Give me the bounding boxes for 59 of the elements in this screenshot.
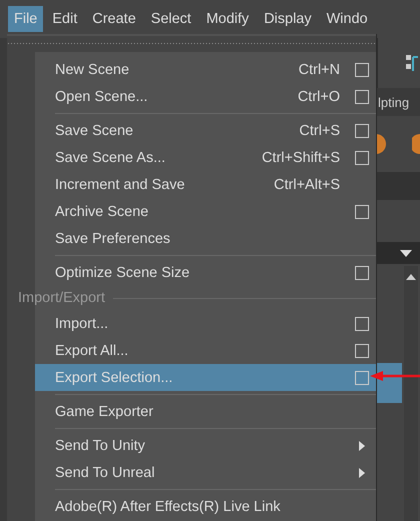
menu-bar-item[interactable]: Windo bbox=[320, 6, 374, 32]
menu-item-label: Optimize Scene Size bbox=[55, 264, 191, 280]
menu-bar-item[interactable]: File bbox=[8, 6, 44, 32]
menu-item-label: Send To Unreal bbox=[55, 464, 156, 480]
menu-bar-item[interactable]: Modify bbox=[200, 6, 255, 32]
option-box-icon[interactable] bbox=[355, 62, 369, 76]
sculpt-tool-icon[interactable] bbox=[412, 133, 420, 155]
option-box-icon[interactable] bbox=[355, 316, 369, 330]
menu-bar-item[interactable]: Display bbox=[258, 6, 318, 32]
shortcut-label: Ctrl+O bbox=[298, 88, 340, 104]
menu-item[interactable]: Game Exporter bbox=[35, 398, 376, 425]
tear-off-strip[interactable] bbox=[7, 36, 376, 52]
menu-bar-item[interactable]: Select bbox=[144, 6, 198, 32]
menu-item-label: Save Preferences bbox=[55, 230, 172, 246]
menu-item[interactable]: Increment and Save Ctrl+Alt+S bbox=[35, 171, 376, 198]
pointer-arrow bbox=[370, 370, 420, 382]
scroll-up-icon[interactable] bbox=[406, 274, 416, 280]
menu-item[interactable]: Export Selection... bbox=[35, 364, 376, 391]
menu-item-label: Open Scene... bbox=[55, 88, 149, 104]
scrollbar[interactable] bbox=[404, 266, 418, 521]
menu-item[interactable]: Optimize Scene Size bbox=[35, 259, 376, 286]
menu-item[interactable]: New Scene Ctrl+N bbox=[35, 56, 376, 83]
dropdown-field[interactable] bbox=[376, 242, 420, 264]
menu-item-label: Game Exporter bbox=[55, 404, 154, 420]
menu-item[interactable]: Open Scene... Ctrl+O bbox=[35, 83, 376, 110]
menu-item[interactable]: Send To Unity bbox=[35, 432, 376, 459]
menu-item-label: Export All... bbox=[55, 342, 130, 358]
option-box-icon[interactable] bbox=[355, 266, 369, 280]
menu-bar-item[interactable]: Create bbox=[86, 6, 142, 32]
option-box-icon[interactable] bbox=[355, 124, 369, 138]
menu-item-label: Send To Unity bbox=[55, 438, 146, 454]
menu-item-label: Save Scene As... bbox=[55, 150, 166, 166]
menu-item-label: Increment and Save bbox=[55, 176, 186, 192]
menu-item[interactable]: Export All... bbox=[35, 337, 376, 364]
menu-item-label: Save Scene bbox=[55, 122, 134, 138]
shortcut-label: Ctrl+Alt+S bbox=[274, 176, 340, 192]
option-box-icon[interactable] bbox=[355, 90, 369, 104]
menu-item[interactable]: Save Preferences bbox=[35, 225, 376, 252]
option-box-icon[interactable] bbox=[355, 344, 369, 358]
menu-bar-item[interactable]: Edit bbox=[46, 6, 84, 32]
section-header: Import/Export bbox=[18, 290, 106, 306]
menu-item[interactable]: Save Scene Ctrl+S bbox=[35, 117, 376, 144]
caret-icon bbox=[400, 250, 412, 256]
shortcut-label: Ctrl+S bbox=[299, 122, 340, 138]
shortcut-label: Ctrl+N bbox=[298, 62, 340, 78]
menu-item-label: Adobe(R) After Effects(R) Live Link bbox=[55, 498, 282, 514]
shortcut-label: Ctrl+Shift+S bbox=[262, 150, 340, 166]
option-box-icon[interactable] bbox=[355, 204, 369, 218]
menu-item-label: Export Selection... bbox=[55, 370, 174, 386]
menu-item[interactable]: Save Scene As... Ctrl+Shift+S bbox=[35, 144, 376, 171]
menu-item[interactable]: Archive Scene bbox=[35, 198, 376, 225]
option-box-icon[interactable] bbox=[355, 150, 369, 164]
menu-item-label: Import... bbox=[55, 316, 110, 332]
menu-item[interactable]: Send To Unreal bbox=[35, 459, 376, 486]
menu-item[interactable]: Import... bbox=[35, 310, 376, 337]
menu-item-label: Archive Scene bbox=[55, 204, 150, 220]
menu-item-label: New Scene bbox=[55, 62, 130, 78]
menu-item[interactable]: Adobe(R) After Effects(R) Live Link bbox=[35, 493, 376, 520]
grid-tool-icon[interactable] bbox=[406, 53, 418, 73]
